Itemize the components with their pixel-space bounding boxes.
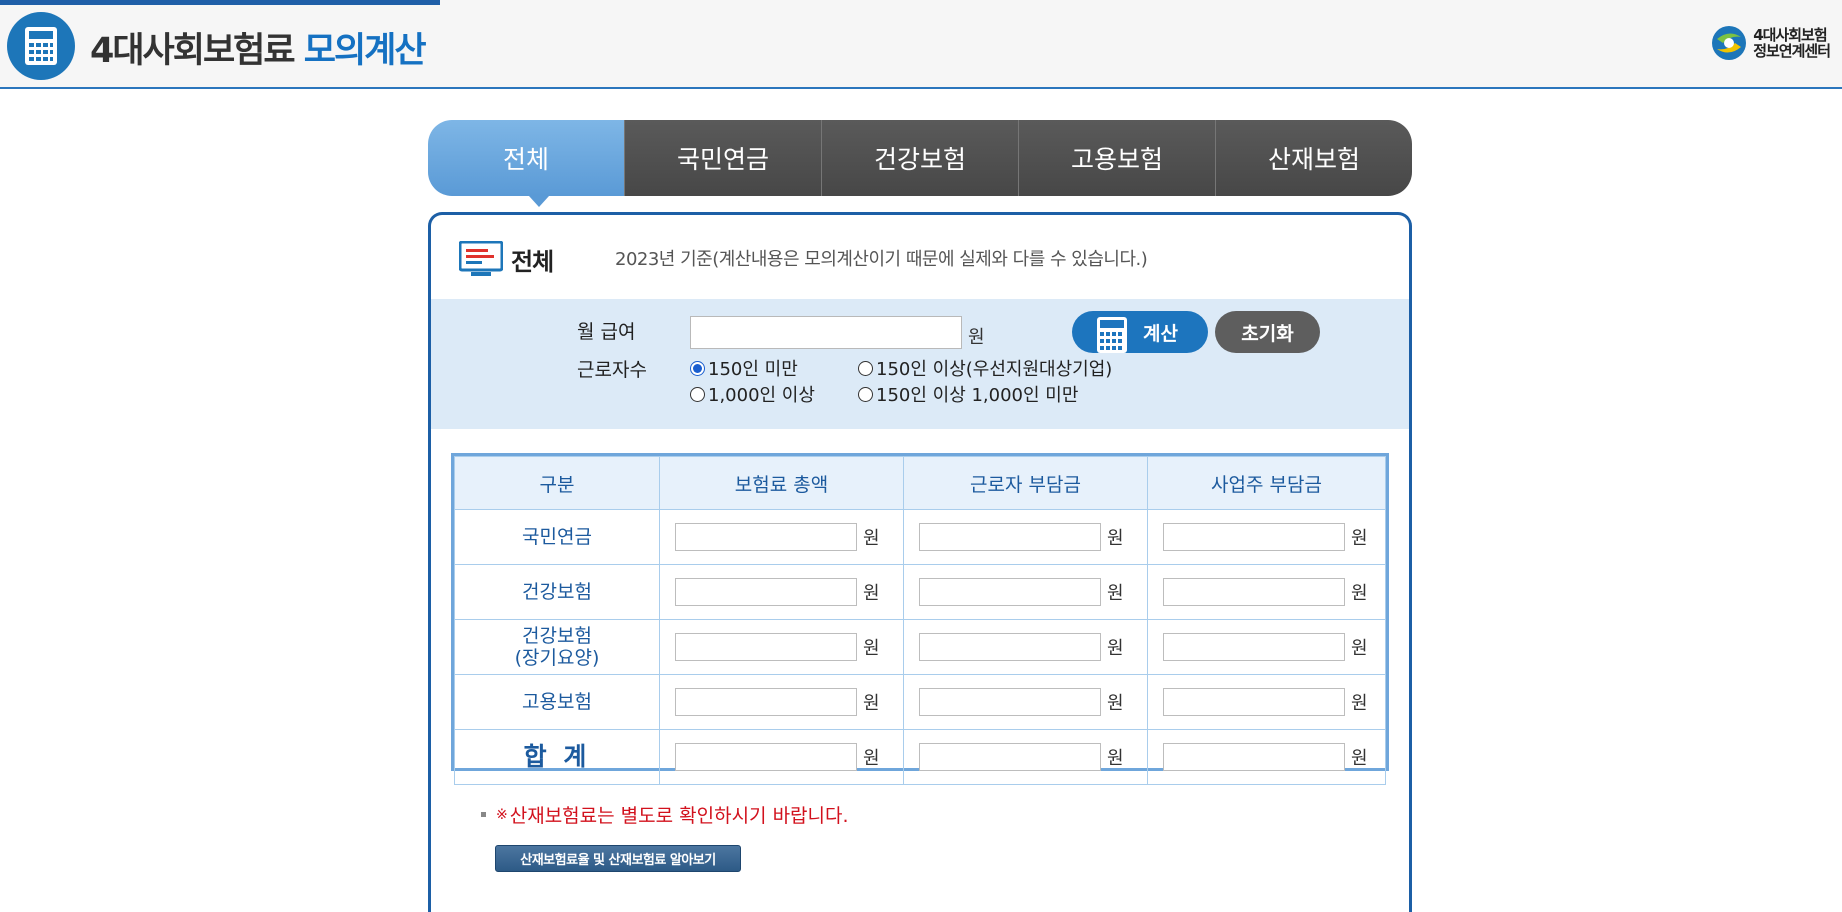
section-note: 2023년 기준(계산내용은 모의계산이기 때문에 실제와 다를 수 있습니다.… xyxy=(615,249,1148,270)
unit-label: 원 xyxy=(1107,638,1124,659)
bullet-icon xyxy=(481,812,486,817)
swirl-logo-icon xyxy=(1712,26,1747,60)
tab-health-insurance[interactable]: 건강보험 xyxy=(821,120,1018,196)
radio-button[interactable] xyxy=(690,386,705,402)
tab-industrial-accident[interactable]: 산재보험 xyxy=(1215,120,1412,196)
result-field-total[interactable] xyxy=(675,688,857,716)
unit-label: 원 xyxy=(1351,583,1368,604)
result-field-employee[interactable] xyxy=(919,578,1101,606)
row-label-line1: 건강보험 xyxy=(522,625,592,647)
result-field-total[interactable] xyxy=(675,523,857,551)
workers-label: 근로자수 xyxy=(577,359,647,381)
result-field-employee[interactable] xyxy=(919,743,1101,771)
result-field-employer[interactable] xyxy=(1163,578,1345,606)
calculator-logo-icon xyxy=(7,12,75,80)
page-title: 4대사회보험료 모의계산 xyxy=(90,22,427,73)
table-row: 건강보험 (장기요양) 원 원 원 xyxy=(454,619,1386,675)
radio-label: 150인 이상 1,000인 미만 xyxy=(876,385,1079,406)
app-header: 4대사회보험료 모의계산 4대사회보험 정보연계센터 xyxy=(0,0,1842,89)
radio-label: 150인 이상(우선지원대상기업) xyxy=(876,359,1113,380)
radio-label: 1,000인 이상 xyxy=(708,385,815,406)
unit-label: 원 xyxy=(1351,748,1368,769)
radio-button[interactable] xyxy=(858,386,873,402)
calculate-button-label: 계산 xyxy=(1143,323,1178,345)
radio-150-to-1000[interactable]: 150인 이상 1,000인 미만 xyxy=(858,381,1078,407)
radio-button-checked[interactable] xyxy=(690,360,705,376)
unit-label: 원 xyxy=(863,583,880,604)
salary-input[interactable] xyxy=(690,316,962,349)
monitor-icon xyxy=(459,241,503,276)
tab-national-pension[interactable]: 국민연금 xyxy=(624,120,821,196)
result-field-total[interactable] xyxy=(675,633,857,661)
row-label: 국민연금 xyxy=(454,509,660,565)
unit-label: 원 xyxy=(1351,638,1368,659)
row-label: 건강보험 xyxy=(454,564,660,620)
salary-unit: 원 xyxy=(968,327,985,348)
unit-label: 원 xyxy=(863,638,880,659)
header-accent-line xyxy=(0,0,440,5)
calculate-button[interactable]: 계산 xyxy=(1072,311,1208,353)
column-header-employer: 사업주 부담금 xyxy=(1147,456,1386,510)
section-header: 전체 xyxy=(459,241,554,277)
page-title-main: 4대사회보험료 xyxy=(90,31,296,71)
column-header-total: 보험료 총액 xyxy=(659,456,904,510)
result-field-employee[interactable] xyxy=(919,688,1101,716)
calculator-panel: 전체 2023년 기준(계산내용은 모의계산이기 때문에 실제와 다를 수 있습… xyxy=(428,212,1412,912)
notice-message: 산재보험료는 별도로 확인하시기 바랍니다. xyxy=(509,805,849,827)
calculator-icon xyxy=(1097,317,1127,353)
table-row-total: 합 계 원 원 원 xyxy=(454,729,1386,785)
table-row: 고용보험 원 원 원 xyxy=(454,674,1386,730)
column-header-category: 구분 xyxy=(454,456,660,510)
column-header-employee: 근로자 부담금 xyxy=(903,456,1148,510)
unit-label: 원 xyxy=(1107,528,1124,549)
radio-button[interactable] xyxy=(858,360,873,376)
reference-mark: ※ xyxy=(496,806,508,823)
result-field-employer[interactable] xyxy=(1163,523,1345,551)
unit-label: 원 xyxy=(1107,693,1124,714)
row-label-line2: (장기요양) xyxy=(514,647,600,669)
radio-over-150-priority[interactable]: 150인 이상(우선지원대상기업) xyxy=(858,355,1112,381)
unit-label: 원 xyxy=(1351,693,1368,714)
result-field-employer[interactable] xyxy=(1163,633,1345,661)
result-table: 구분 보험료 총액 근로자 부담금 사업주 부담금 국민연금 원 원 원 건강보… xyxy=(451,453,1389,785)
reset-button[interactable]: 초기화 xyxy=(1215,311,1320,353)
table-header-row: 구분 보험료 총액 근로자 부담금 사업주 부담금 xyxy=(454,456,1386,510)
table-row: 국민연금 원 원 원 xyxy=(454,509,1386,565)
brand-line1: 4대사회보험 xyxy=(1753,26,1827,44)
unit-label: 원 xyxy=(863,748,880,769)
page-title-accent: 모의계산 xyxy=(303,31,427,71)
row-label: 고용보험 xyxy=(454,674,660,730)
insurance-tabs: 전체 국민연금 건강보험 고용보험 산재보험 xyxy=(428,120,1412,196)
result-field-employee[interactable] xyxy=(919,523,1101,551)
unit-label: 원 xyxy=(1351,528,1368,549)
result-field-total[interactable] xyxy=(675,743,857,771)
input-area: 월 급여 원 계산 초기화 근로자수 150인 미만 150인 이상(우선지원대 xyxy=(431,299,1409,429)
tab-all[interactable]: 전체 xyxy=(428,120,624,196)
unit-label: 원 xyxy=(1107,748,1124,769)
active-tab-pointer xyxy=(529,196,549,207)
unit-label: 원 xyxy=(863,693,880,714)
result-field-employer[interactable] xyxy=(1163,688,1345,716)
result-field-total[interactable] xyxy=(675,578,857,606)
row-label-total: 합 계 xyxy=(454,729,660,785)
radio-over-1000[interactable]: 1,000인 이상 xyxy=(690,381,815,407)
salary-label: 월 급여 xyxy=(577,321,636,343)
brand-name: 4대사회보험 정보연계센터 xyxy=(1753,26,1831,60)
tab-employment-insurance[interactable]: 고용보험 xyxy=(1018,120,1215,196)
result-field-employee[interactable] xyxy=(919,633,1101,661)
notice-text: ※ 산재보험료는 별도로 확인하시기 바랍니다. xyxy=(481,801,849,828)
table-row: 건강보험 원 원 원 xyxy=(454,564,1386,620)
industrial-accident-rate-link-button[interactable]: 산재보험료율 및 산재보험료 알아보기 xyxy=(495,845,741,872)
radio-under-150[interactable]: 150인 미만 xyxy=(690,355,798,381)
section-title: 전체 xyxy=(511,247,554,276)
row-label: 건강보험 (장기요양) xyxy=(454,619,660,675)
brand-line2: 정보연계센터 xyxy=(1753,42,1831,60)
radio-label: 150인 미만 xyxy=(708,359,798,380)
unit-label: 원 xyxy=(863,528,880,549)
brand-logo[interactable]: 4대사회보험 정보연계센터 xyxy=(1711,25,1831,61)
unit-label: 원 xyxy=(1107,583,1124,604)
result-field-employer[interactable] xyxy=(1163,743,1345,771)
